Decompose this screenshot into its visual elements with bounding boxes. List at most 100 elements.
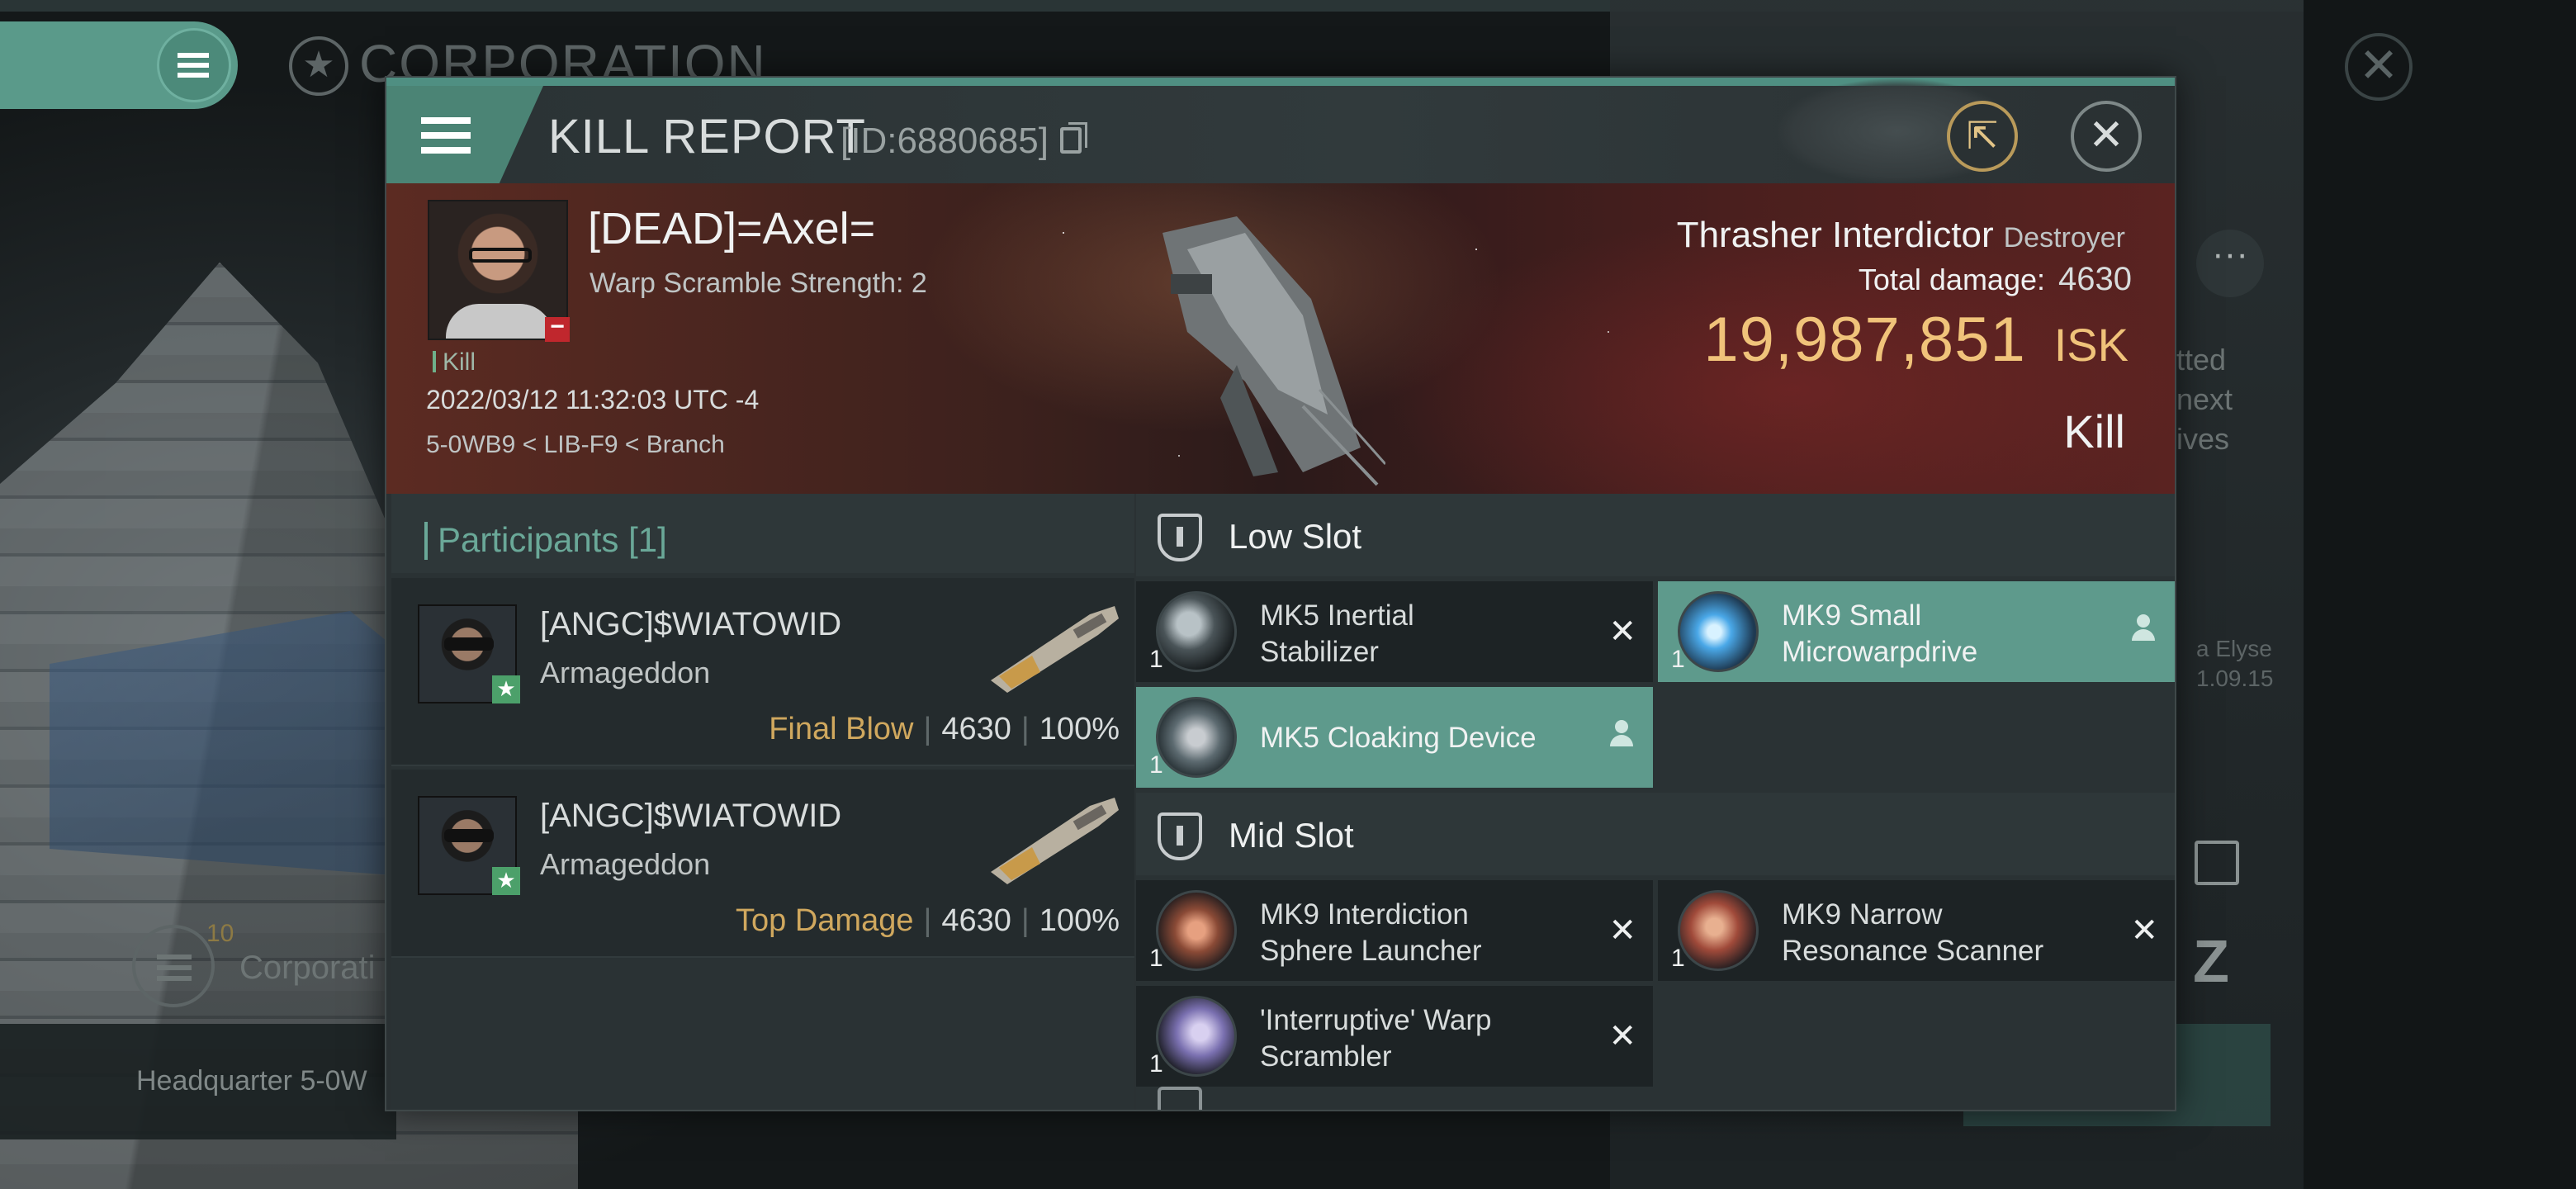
participant-damage: 4630 — [941, 903, 1011, 938]
module-item[interactable]: 1 MK9 Narrow Resonance Scanner ✕ — [1658, 880, 2175, 981]
participant-percent: 100% — [1039, 712, 1120, 746]
resonance-scanner-icon — [1678, 890, 1759, 971]
module-quantity: 1 — [1149, 646, 1163, 673]
low-slot-title: Low Slot — [1229, 517, 1362, 556]
person-icon — [1610, 720, 1633, 748]
modal-header: KILL REPORT [ID:6880685] ⇱ ✕ — [386, 78, 2175, 185]
background-side-small-text: a Elyse 1.09.15 — [2196, 636, 2274, 691]
close-icon: ✕ — [2088, 111, 2124, 159]
modal-title: KILL REPORT — [548, 110, 866, 163]
person-icon — [2132, 614, 2155, 642]
participant-name: [ANGC]$WIATOWID — [540, 798, 842, 834]
module-item[interactable]: 1 MK5 Cloaking Device — [1136, 687, 1653, 788]
background-side-text: tted next ives — [2176, 343, 2233, 456]
corporation-count: 10 — [206, 920, 234, 947]
module-name: MK5 Cloaking Device — [1260, 722, 1537, 754]
total-damage-line: Total damage: 4630 — [1859, 261, 2132, 298]
kill-tag: Kill — [433, 348, 476, 377]
module-item[interactable]: 1 MK9 Small Microwarpdrive — [1658, 581, 2175, 682]
module-quantity: 1 — [1149, 751, 1163, 779]
hamburger-icon — [421, 117, 471, 154]
module-name: MK9 Small Microwarpdrive — [1782, 599, 1978, 668]
edit-icon[interactable] — [2195, 841, 2239, 885]
module-name: 'Interruptive' Warp Scrambler — [1260, 1004, 1492, 1073]
participants-header: Participants [1] — [391, 494, 1134, 573]
victim-name[interactable]: [DEAD]=Axel= — [588, 203, 875, 254]
share-button[interactable]: ⇱ — [1947, 101, 2018, 172]
header-accent-bar — [424, 522, 428, 560]
kill-datetime: 2022/03/12 11:32:03 UTC -4 — [426, 385, 760, 414]
sleep-settings-icon[interactable]: Z — [2193, 928, 2229, 996]
participant-percent: 100% — [1039, 903, 1120, 938]
more-options-icon[interactable]: ··· — [2196, 230, 2264, 297]
participant-ship: Armageddon — [540, 847, 711, 881]
ship-name-line: Thrasher Interdictor Destroyer — [1677, 215, 2125, 256]
participant-name: [ANGC]$WIATOWID — [540, 606, 842, 642]
copy-icon[interactable] — [1060, 122, 1087, 154]
participant-row[interactable]: ★ [ANGC]$WIATOWID Armageddon Top Damage |… — [391, 770, 1134, 958]
participant-role: Top Damage — [736, 903, 914, 938]
share-icon: ⇱ — [1966, 114, 1999, 157]
close-x-icon: ✕ — [2130, 912, 2158, 949]
modal-menu-button[interactable] — [386, 86, 543, 183]
ship-name: Thrasher Interdictor — [1676, 215, 1994, 255]
warp-scrambler-icon — [1156, 996, 1237, 1077]
close-x-icon: ✕ — [1608, 1018, 1636, 1054]
module-quantity: 1 — [1671, 646, 1685, 673]
module-item[interactable]: 1 MK9 Interdiction Sphere Launcher ✕ — [1136, 880, 1653, 981]
next-slot-icon — [1158, 1087, 1202, 1110]
corporation-label: Corporati — [239, 950, 376, 986]
total-damage-label: Total damage: — [1858, 263, 2046, 296]
module-name: MK9 Interdiction Sphere Launcher — [1260, 898, 1482, 967]
close-button[interactable]: ✕ — [2071, 101, 2142, 172]
kill-banner: − [DEAD]=Axel= Warp Scramble Strength: 2… — [386, 183, 2175, 494]
isk-value-line: 19,987,851 ISK — [1703, 304, 2129, 376]
avatar-glasses — [444, 829, 494, 842]
participant-stats: Final Blow | 4630 | 100% — [769, 712, 1120, 746]
weapon-icon — [991, 798, 1119, 884]
module-item[interactable]: 1 MK5 Inertial Stabilizer ✕ — [1136, 581, 1653, 682]
kill-location[interactable]: 5-0WB9 < LIB-F9 < Branch — [426, 431, 725, 459]
module-quantity: 1 — [1149, 1050, 1163, 1078]
module-name: MK5 Inertial Stabilizer — [1260, 599, 1414, 668]
isk-unit: ISK — [2053, 319, 2129, 371]
close-x-icon: ✕ — [1608, 912, 1636, 949]
avatar-glasses — [469, 248, 532, 263]
background-close-icon[interactable]: ✕ — [2345, 33, 2413, 101]
module-item[interactable]: 1 'Interruptive' Warp Scrambler ✕ — [1136, 986, 1653, 1087]
headquarter-label: Headquarter 5-0W — [136, 1065, 367, 1097]
cloaking-device-icon — [1156, 697, 1237, 778]
participants-panel: Participants [1] ★ [ANGC]$WIATOWID Armag… — [391, 494, 1134, 1110]
module-quantity: 1 — [1149, 945, 1163, 972]
kill-id: [ID:6880685] — [841, 121, 1049, 161]
mid-slot-icon — [1158, 812, 1202, 860]
corporation-star-icon: ★ — [289, 36, 348, 96]
fitting-panel: Low Slot 1 MK5 Inertial Stabilizer ✕ 1 MK… — [1136, 494, 2175, 1110]
participants-title: Participants [1] — [438, 520, 667, 559]
corp-star-icon: ★ — [492, 867, 520, 895]
corp-star-icon: ★ — [492, 675, 520, 703]
interdiction-launcher-icon — [1156, 890, 1237, 971]
background-edge — [2304, 0, 2576, 1189]
microwarpdrive-icon — [1678, 591, 1759, 672]
weapon-icon — [991, 606, 1119, 693]
low-slot-icon — [1158, 514, 1202, 561]
avatar-shirt — [446, 304, 553, 339]
participant-row[interactable]: ★ [ANGC]$WIATOWID Armageddon Final Blow |… — [391, 578, 1134, 766]
result-label: Kill — [2063, 405, 2125, 457]
ship-image — [1163, 216, 1385, 486]
list-icon — [157, 955, 192, 981]
hostile-badge-icon: − — [545, 315, 570, 342]
total-damage-value: 4630 — [2058, 261, 2132, 297]
main-menu-button[interactable] — [0, 21, 238, 109]
participant-ship: Armageddon — [540, 656, 711, 689]
corporation-menu-button[interactable] — [132, 925, 215, 1007]
close-x-icon: ✕ — [1608, 613, 1636, 650]
mid-slot-title: Mid Slot — [1229, 816, 1354, 855]
ship-class: Destroyer — [2003, 222, 2125, 253]
kill-report-modal: KILL REPORT [ID:6880685] ⇱ ✕ − [DEAD]=Ax… — [385, 76, 2176, 1111]
victim-subtitle: Warp Scramble Strength: 2 — [590, 268, 927, 299]
avatar-glasses — [444, 637, 494, 651]
participant-damage: 4630 — [941, 712, 1011, 746]
participant-stats: Top Damage | 4630 | 100% — [736, 903, 1120, 938]
